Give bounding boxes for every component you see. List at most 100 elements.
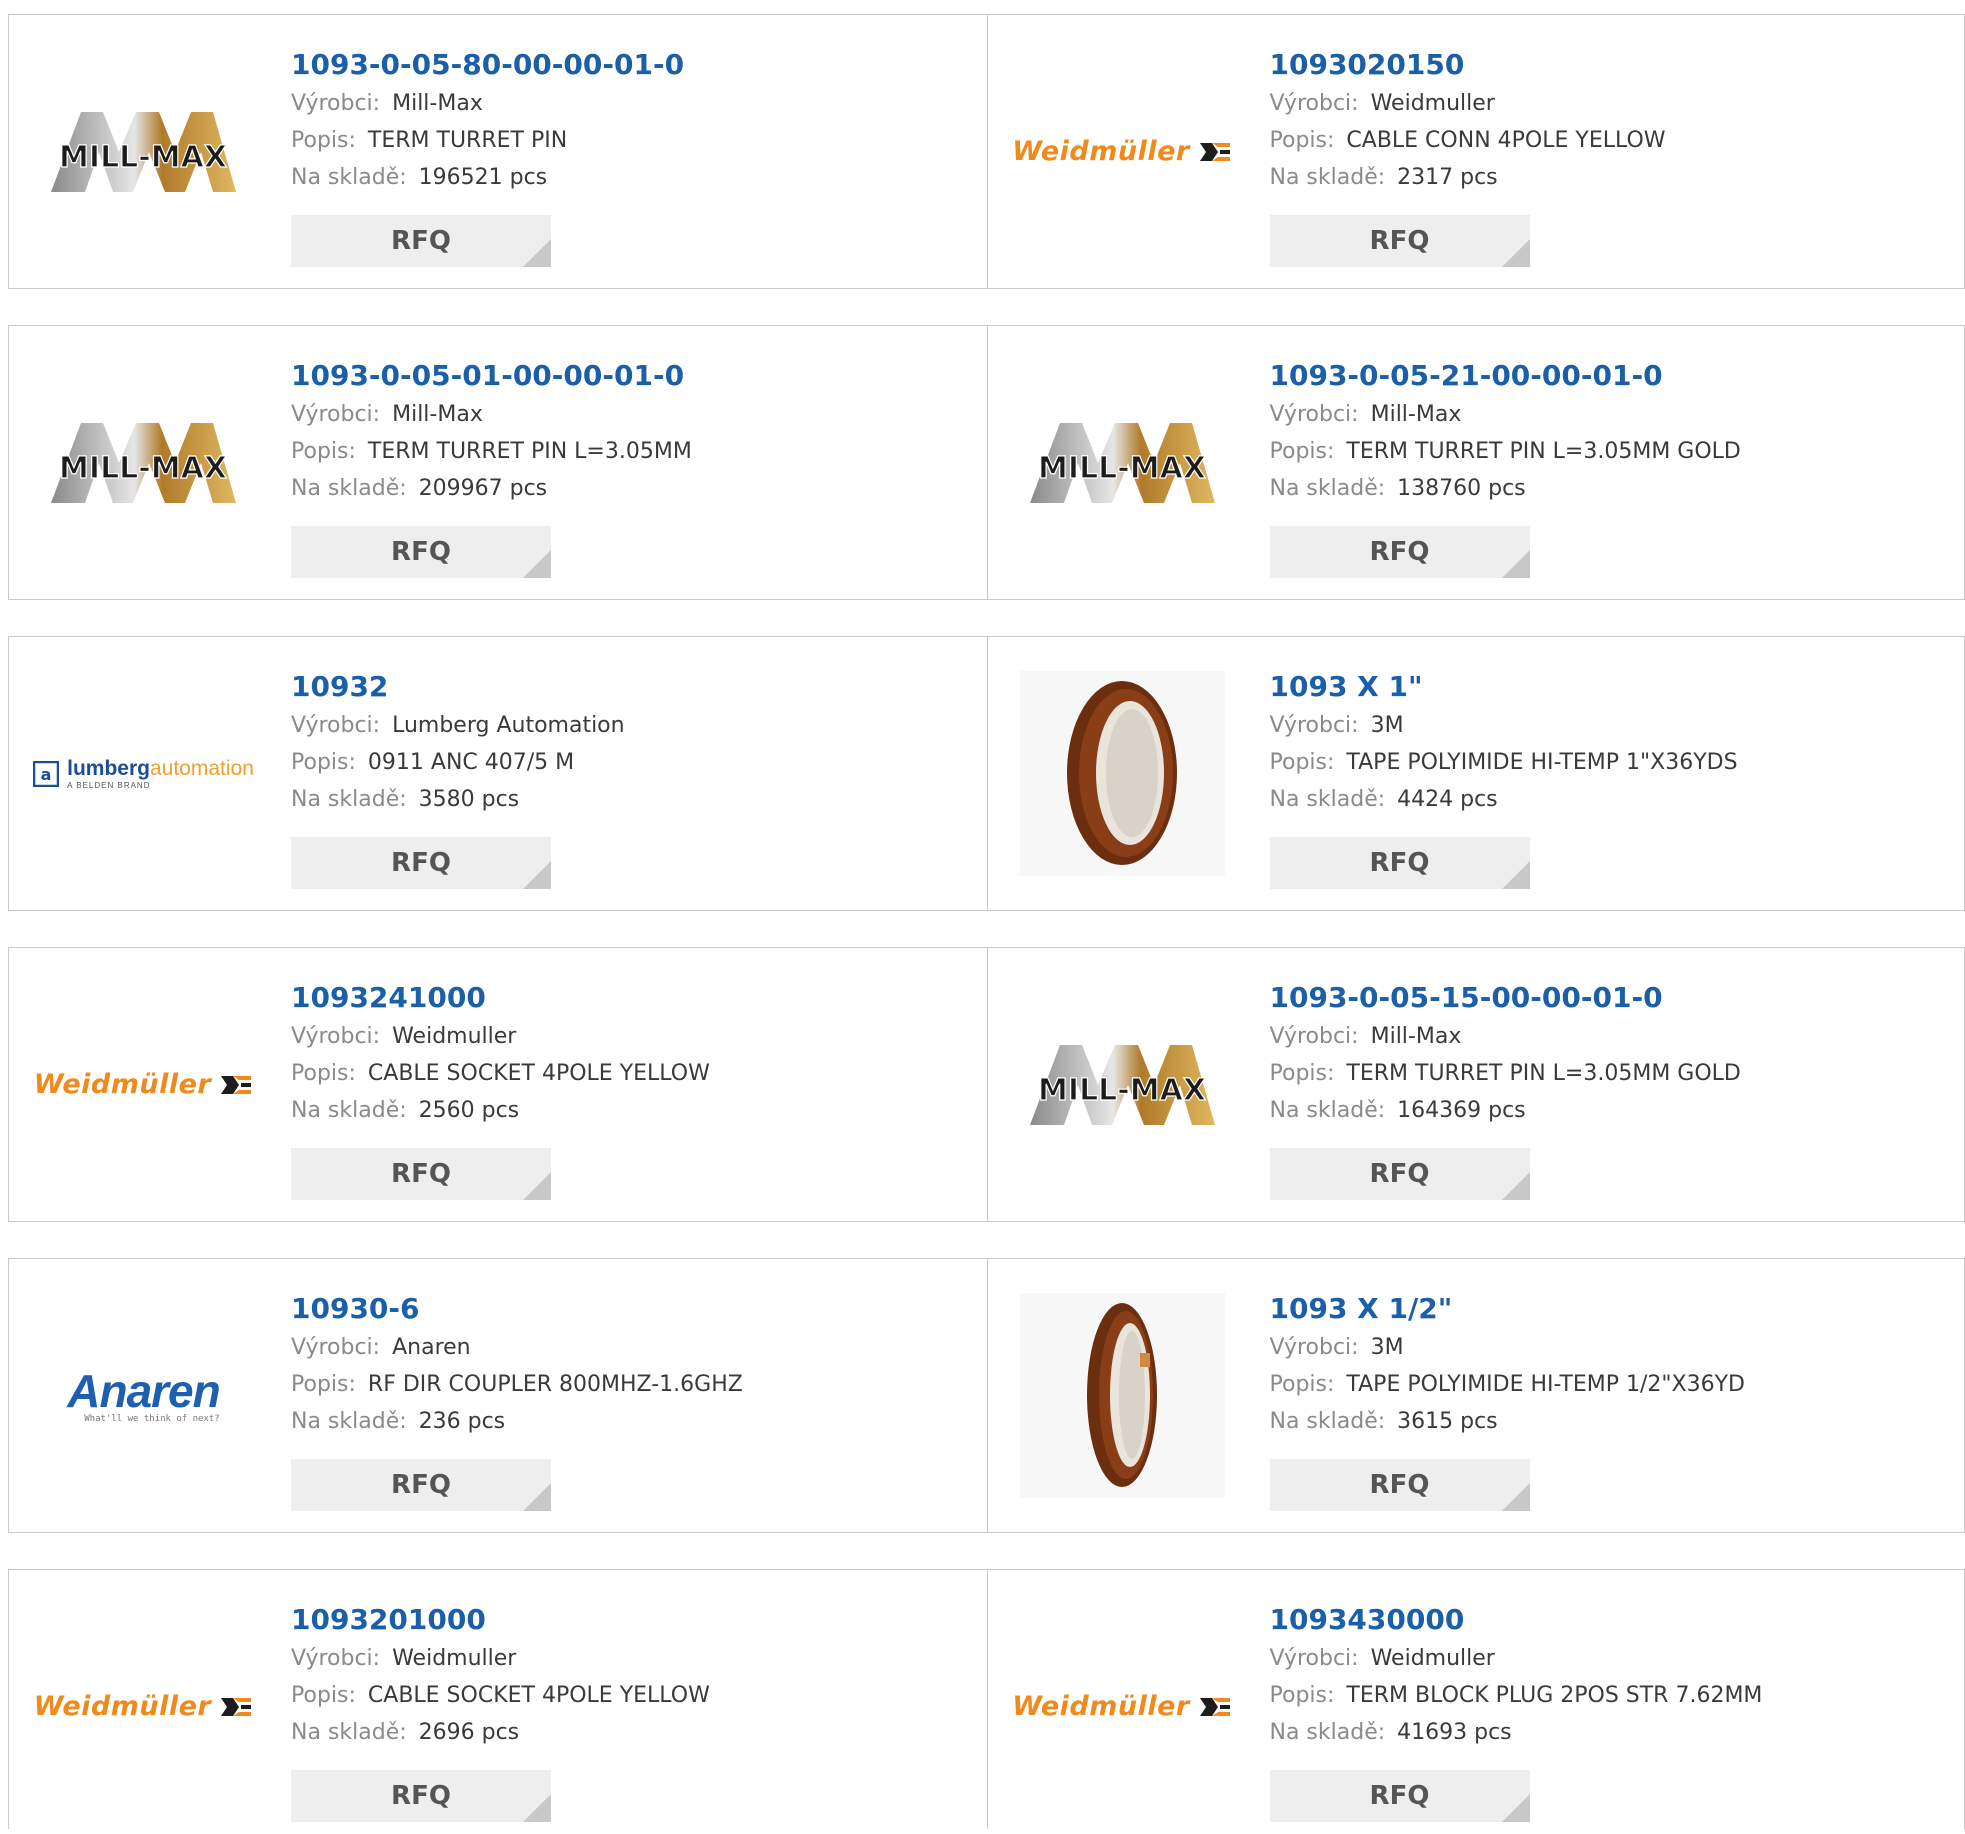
rfq-button[interactable]: RFQ bbox=[291, 1148, 551, 1200]
rfq-button[interactable]: RFQ bbox=[291, 215, 551, 267]
manufacturer-label: Výrobci: bbox=[291, 1646, 381, 1671]
rfq-button[interactable]: RFQ bbox=[1269, 837, 1530, 889]
part-number-link[interactable]: 1093020150 bbox=[1270, 45, 1666, 85]
manufacturer-value: Anaren bbox=[392, 1335, 471, 1360]
corner-triangle-icon bbox=[523, 550, 551, 578]
logo-text: MILL-MAX bbox=[59, 140, 227, 175]
rfq-button[interactable]: RFQ bbox=[1269, 1770, 1530, 1822]
description-line: Popis: CABLE SOCKET 4POLE YELLOW bbox=[291, 1677, 710, 1714]
manufacturer-line: Výrobci: Weidmuller bbox=[1270, 85, 1666, 122]
description-label: Popis: bbox=[1269, 1372, 1335, 1397]
mill-max-logo-icon: MILL-MAX bbox=[1029, 1044, 1215, 1125]
stock-label: Na skladě: bbox=[291, 1098, 407, 1123]
weidmuller-mark-icon bbox=[221, 1697, 252, 1716]
rfq-button-label: RFQ bbox=[391, 848, 451, 878]
logo-text: Weidmüller bbox=[1012, 1691, 1190, 1722]
part-number-link[interactable]: 10932 bbox=[291, 667, 625, 707]
stock-line: Na skladě: 4424 pcs bbox=[1270, 781, 1738, 818]
manufacturer-logo: Weidmüller bbox=[1012, 1604, 1230, 1809]
product-card: MILL-MAX 1093-0-05-15-00-00-01-0 Výrobci: M… bbox=[986, 948, 1965, 1221]
rfq-button[interactable]: RFQ bbox=[1269, 1148, 1530, 1200]
mill-max-logo-icon: MILL-MAX bbox=[51, 422, 236, 503]
stock-value: 236 pcs bbox=[418, 1409, 506, 1434]
description-value: CABLE SOCKET 4POLE YELLOW bbox=[367, 1061, 710, 1086]
manufacturer-line: Výrobci: Mill-Max bbox=[1270, 396, 1741, 433]
product-info: 1093201000 Výrobci: Weidmuller Popis: CABLE … bbox=[291, 1600, 710, 1751]
part-number-link[interactable]: 1093-0-05-01-00-00-01-0 bbox=[291, 356, 692, 396]
manufacturer-line: Výrobci: 3M bbox=[1270, 1329, 1746, 1366]
manufacturer-value: 3M bbox=[1370, 713, 1404, 738]
part-number-link[interactable]: 1093-0-05-80-00-00-01-0 bbox=[291, 45, 684, 85]
part-number-link[interactable]: 1093201000 bbox=[291, 1600, 710, 1640]
rfq-button-label: RFQ bbox=[391, 537, 451, 567]
product-info: 1093 X 1" Výrobci: 3M Popis: TAPE POLYIMIDE … bbox=[1270, 667, 1738, 818]
part-number-link[interactable]: 10930-6 bbox=[291, 1289, 743, 1329]
description-line: Popis: TAPE POLYIMIDE HI-TEMP 1"X36YDS bbox=[1270, 744, 1738, 781]
corner-triangle-icon bbox=[523, 861, 551, 889]
part-number-link[interactable]: 1093 X 1/2" bbox=[1270, 1289, 1746, 1329]
rfq-button-label: RFQ bbox=[391, 1470, 451, 1500]
corner-triangle-icon bbox=[523, 1172, 551, 1200]
rfq-button[interactable]: RFQ bbox=[1269, 215, 1530, 267]
rfq-button[interactable]: RFQ bbox=[291, 526, 551, 578]
manufacturer-logo: MILL-MAX bbox=[1020, 360, 1225, 565]
stock-label: Na skladě: bbox=[291, 1720, 407, 1745]
rfq-button[interactable]: RFQ bbox=[291, 1770, 551, 1822]
logo-text: Weidmüller bbox=[1012, 136, 1190, 167]
manufacturer-logo: Weidmüller bbox=[34, 982, 252, 1187]
manufacturer-logo: Weidmüller bbox=[1012, 49, 1230, 254]
description-value: TERM TURRET PIN L=3.05MM GOLD bbox=[1346, 439, 1741, 464]
stock-value: 2560 pcs bbox=[418, 1098, 520, 1123]
product-info: 1093-0-05-21-00-00-01-0 Výrobci: Mill-Max P… bbox=[1270, 356, 1741, 507]
stock-value: 196521 pcs bbox=[418, 165, 548, 190]
corner-triangle-icon bbox=[1501, 1172, 1530, 1200]
part-number-link[interactable]: 1093430000 bbox=[1270, 1600, 1763, 1640]
product-info: 10932 Výrobci: Lumberg Automation Popis: 091… bbox=[291, 667, 625, 818]
rfq-button[interactable]: RFQ bbox=[1269, 1459, 1530, 1511]
stock-value: 41693 pcs bbox=[1397, 1720, 1512, 1745]
manufacturer-value: Mill-Max bbox=[1370, 402, 1462, 427]
part-number-link[interactable]: 1093-0-05-15-00-00-01-0 bbox=[1270, 978, 1741, 1018]
description-label: Popis: bbox=[1269, 1683, 1335, 1708]
manufacturer-line: Výrobci: Anaren bbox=[291, 1329, 743, 1366]
product-card: Anaren What'll we think of next? 10930-6 Vý… bbox=[9, 1259, 987, 1532]
stock-label: Na skladě: bbox=[1269, 1098, 1386, 1123]
description-line: Popis: CABLE CONN 4POLE YELLOW bbox=[1270, 122, 1666, 159]
part-number-link[interactable]: 1093241000 bbox=[291, 978, 710, 1018]
description-line: Popis: TERM TURRET PIN L=3.05MM GOLD bbox=[1270, 1055, 1741, 1092]
manufacturer-label: Výrobci: bbox=[1269, 713, 1359, 738]
stock-label: Na skladě: bbox=[1269, 1409, 1386, 1434]
description-value: 0911 ANC 407/5 M bbox=[367, 750, 575, 775]
logo-subtext: A BELDEN BRAND bbox=[67, 781, 151, 790]
part-number-link[interactable]: 1093 X 1" bbox=[1270, 667, 1738, 707]
part-number-link[interactable]: 1093-0-05-21-00-00-01-0 bbox=[1270, 356, 1741, 396]
logo-text: lumbergautomation bbox=[67, 757, 254, 780]
rfq-button[interactable]: RFQ bbox=[1269, 526, 1530, 578]
description-line: Popis: TERM BLOCK PLUG 2POS STR 7.62MM bbox=[1270, 1677, 1763, 1714]
manufacturer-value: Mill-Max bbox=[1370, 1024, 1462, 1049]
manufacturer-label: Výrobci: bbox=[291, 713, 381, 738]
stock-line: Na skladě: 2696 pcs bbox=[291, 1714, 710, 1751]
description-label: Popis: bbox=[291, 1683, 356, 1708]
manufacturer-logo: Weidmüller bbox=[34, 1604, 252, 1809]
rfq-button-label: RFQ bbox=[1369, 1159, 1430, 1189]
rfq-button[interactable]: RFQ bbox=[291, 837, 551, 889]
product-row: a lumbergautomation A BELDEN BRAND 10932 Výr… bbox=[8, 636, 1965, 911]
rfq-button-label: RFQ bbox=[1369, 226, 1430, 256]
manufacturer-label: Výrobci: bbox=[1269, 1646, 1359, 1671]
tape-roll-icon bbox=[1019, 671, 1225, 876]
stock-label: Na skladě: bbox=[291, 787, 407, 812]
description-value: CABLE SOCKET 4POLE YELLOW bbox=[367, 1683, 710, 1708]
manufacturer-value: Mill-Max bbox=[392, 402, 483, 427]
stock-label: Na skladě: bbox=[1269, 787, 1386, 812]
manufacturer-line: Výrobci: Weidmuller bbox=[291, 1640, 710, 1677]
description-label: Popis: bbox=[291, 128, 356, 153]
corner-triangle-icon bbox=[523, 239, 551, 267]
product-info: 1093-0-05-01-00-00-01-0 Výrobci: Mill-Max P… bbox=[291, 356, 692, 507]
rfq-button[interactable]: RFQ bbox=[291, 1459, 551, 1511]
logo-text: Anaren bbox=[67, 1364, 220, 1417]
lumberg-mark-icon: a bbox=[33, 760, 60, 787]
product-grid: MILL-MAX 1093-0-05-80-00-00-01-0 Výrobci: M… bbox=[8, 14, 1965, 1829]
rfq-button-label: RFQ bbox=[391, 226, 451, 256]
description-value: TERM TURRET PIN L=3.05MM GOLD bbox=[1346, 1061, 1741, 1086]
